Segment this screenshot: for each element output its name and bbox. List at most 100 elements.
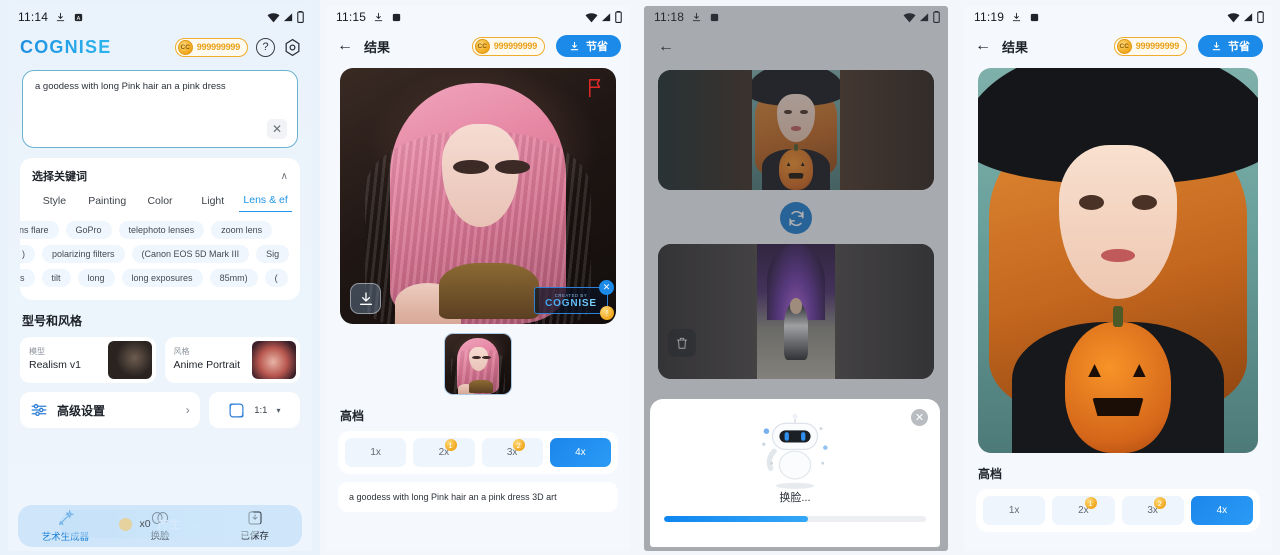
upscale-cost-badge: 1: [444, 439, 457, 451]
back-button[interactable]: ←: [975, 38, 991, 54]
upscale-1x[interactable]: 1x: [345, 438, 407, 467]
app-header: COGNISE CC 999999999 ?: [8, 28, 312, 66]
faceswap-header: ←: [644, 28, 948, 66]
keyword-chip[interactable]: tilt: [41, 269, 71, 287]
screenshot-root: 11:14 A COGNISE CC 999999999 ? a goodess…: [0, 0, 1280, 555]
save-icon: [248, 511, 262, 525]
download-status-icon: [56, 12, 65, 21]
delete-target-button[interactable]: [668, 329, 696, 357]
status-time: 11:15: [336, 10, 367, 24]
wifi-icon: [267, 12, 280, 22]
download-image-button[interactable]: [350, 283, 381, 314]
upscale-label: 1x: [370, 447, 381, 458]
upscale-cost-badge: 2: [512, 439, 525, 451]
tab-light[interactable]: Light: [186, 195, 239, 212]
style-label: 风格: [173, 347, 190, 357]
source-image-card[interactable]: [658, 70, 934, 190]
keyword-chip-rows: ens flare GoPro telephoto lenses zoom le…: [20, 212, 300, 290]
phone-panel-faceswap-progress: 11:18 ← ✕ 换脸...: [638, 0, 956, 555]
remove-watermark-button[interactable]: ✕: [599, 280, 614, 295]
coin-icon: CC: [177, 39, 193, 55]
keyword-chip[interactable]: Sig: [256, 245, 290, 263]
nav-item-art-generator[interactable]: 艺术生成器: [18, 509, 113, 543]
save-label: 节省: [586, 41, 608, 53]
keyword-chip[interactable]: polarizing filters: [42, 245, 125, 263]
tab-style[interactable]: Style: [28, 195, 81, 212]
upscale-4x[interactable]: 4x: [1190, 496, 1253, 525]
upscale-1x[interactable]: 1x: [983, 496, 1046, 525]
back-button[interactable]: ←: [658, 39, 674, 55]
keyword-chip[interactable]: (Canon EOS 5D Mark III: [131, 245, 250, 263]
keyword-chip[interactable]: zoom lens: [211, 221, 273, 239]
upscale-label: 4x: [575, 447, 586, 458]
clear-prompt-button[interactable]: ✕: [267, 119, 287, 139]
upscale-options: 1x 2x 1 3x 2 4x: [338, 431, 618, 474]
screen-faceswap: 11:18 ← ✕ 换脸...: [644, 6, 948, 551]
nav-item-saved[interactable]: 已保存: [207, 510, 302, 542]
upscale-3x[interactable]: 3x 2: [1121, 496, 1184, 525]
keyword-picker: 选择关键词 ∧ Style Painting Color Light Lens …: [20, 158, 300, 300]
phone-panel-result-witch: 11:19 ← 结果 CC 999999999 节省 高档 1x 2x 1 3x…: [956, 0, 1280, 555]
upscale-2x[interactable]: 2x 1: [1052, 496, 1115, 525]
prompt-input[interactable]: a goodess with long Pink hair an a pink …: [22, 70, 298, 148]
trash-icon: [676, 337, 688, 349]
advanced-settings-label: 高级设置: [57, 403, 106, 418]
keyword-chip[interactable]: long: [77, 269, 115, 287]
keyword-chip[interactable]: GoPro: [65, 221, 112, 239]
report-flag-icon[interactable]: [586, 78, 604, 98]
keyword-row: ens flare GoPro telephoto lenses zoom le…: [20, 218, 300, 242]
aspect-ratio-selector[interactable]: 1:1 ▾: [208, 392, 300, 428]
close-icon: ✕: [271, 122, 283, 136]
keyword-chip[interactable]: ens flare: [20, 221, 59, 239]
advanced-settings-button[interactable]: 高级设置 ›: [20, 392, 200, 428]
upscale-cost-badge: 1: [1084, 497, 1097, 509]
style-value: Anime Portrait: [173, 358, 241, 371]
coin-balance-pill[interactable]: CC 999999999: [174, 37, 248, 57]
tab-color[interactable]: Color: [134, 195, 187, 212]
save-button[interactable]: 节省: [556, 35, 621, 57]
magic-wand-icon: [59, 509, 74, 525]
crop-icon: [229, 403, 244, 417]
keyword-header[interactable]: 选择关键词 ∧: [20, 166, 300, 186]
target-image-card[interactable]: [658, 244, 934, 379]
result-image-card[interactable]: CREATED BY COGNISE ✕ !: [340, 68, 616, 324]
save-button[interactable]: 节省: [1198, 35, 1263, 57]
result-image-card[interactable]: [978, 68, 1258, 453]
thumbnail-strip: [326, 333, 630, 395]
model-selector-card[interactable]: 模型 Realism v1: [20, 337, 156, 383]
result-thumbnail[interactable]: [444, 333, 512, 395]
keyword-chip[interactable]: s: [20, 269, 35, 287]
generated-image: [340, 68, 616, 324]
status-bar: 11:18: [644, 6, 948, 28]
nav-label-saved: 已保存: [240, 531, 269, 542]
nav-item-face-swap[interactable]: 换脸: [113, 510, 208, 542]
upscale-cost-badge: 2: [1153, 497, 1166, 509]
back-button[interactable]: ←: [337, 38, 353, 54]
status-bar: 11:15: [326, 6, 630, 28]
settings-gear-icon[interactable]: [283, 38, 302, 57]
upscale-3x[interactable]: 3x 2: [481, 438, 543, 467]
keyword-chip[interactable]: telephoto lenses: [118, 221, 205, 239]
page-title: 结果: [364, 39, 391, 55]
style-selector-card[interactable]: 风格 Anime Portrait: [164, 337, 300, 383]
keyword-chip[interactable]: 85mm): [209, 269, 258, 287]
battery-icon: [933, 11, 940, 23]
help-icon[interactable]: ?: [256, 37, 275, 57]
keyword-chip[interactable]: long exposures: [121, 269, 203, 287]
blur-left: [658, 70, 752, 190]
tab-lens-effects[interactable]: Lens & ef: [239, 194, 292, 212]
tab-painting[interactable]: Painting: [81, 195, 134, 212]
screen-result-pink: 11:15 ← 结果 CC 999999999 节省 CREATED BY CO…: [326, 6, 630, 551]
upscale-4x[interactable]: 4x: [549, 438, 611, 467]
coin-balance-pill[interactable]: CC 999999999: [471, 36, 545, 56]
keyword-chip[interactable]: ): [20, 245, 35, 263]
faceswap-progress-dialog: ✕ 换脸...: [650, 399, 940, 547]
coin-balance-pill[interactable]: CC 999999999: [1113, 36, 1187, 56]
thumbnail-image: [445, 334, 511, 394]
download-status-icon: [1012, 12, 1021, 21]
chevron-down-icon: ▾: [276, 405, 281, 415]
chevron-up-icon[interactable]: ∧: [281, 171, 288, 182]
swap-refresh-button[interactable]: [780, 202, 812, 234]
upscale-2x[interactable]: 2x 1: [413, 438, 475, 467]
keyword-chip[interactable]: (: [264, 269, 288, 287]
